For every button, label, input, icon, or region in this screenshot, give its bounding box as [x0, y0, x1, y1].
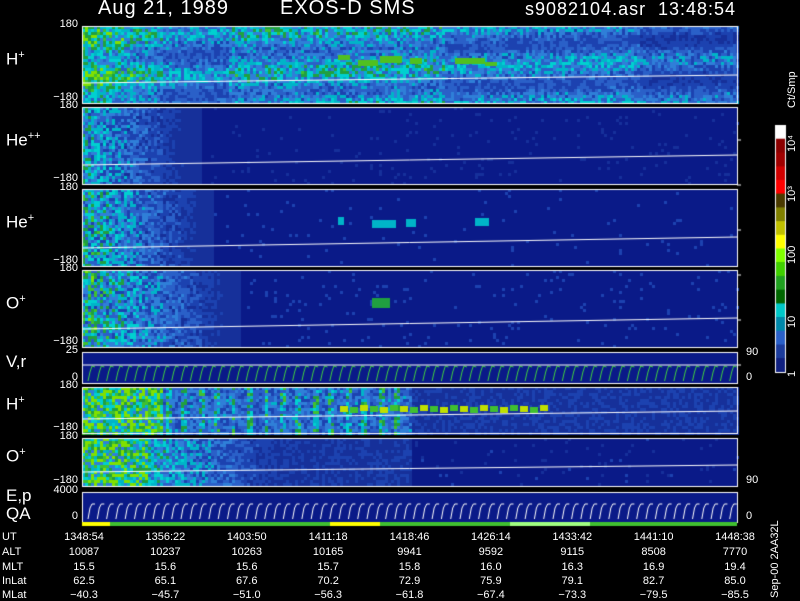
cell-inlat: 65.1: [154, 575, 177, 587]
cell-mlat: −79.5: [639, 589, 668, 601]
cell-ut: 1418:46: [389, 531, 430, 543]
colorbar-tick: 10: [786, 315, 798, 328]
cell-mlt: 15.8: [398, 561, 421, 573]
cell-ut: 1348:54: [64, 531, 104, 543]
cell-ut: 1411:18: [308, 531, 348, 543]
cell-mlt: 16.9: [642, 561, 665, 573]
cell-ut: 1441:10: [633, 531, 674, 543]
cell-alt: 10165: [312, 546, 344, 558]
cell-ut: 1448:38: [715, 531, 755, 543]
y-tick-top: 180: [59, 430, 78, 442]
right-tick-bottom: 0: [746, 510, 753, 522]
right-tick-top: 90: [746, 346, 759, 358]
cell-alt: 9115: [560, 546, 585, 558]
y-tick-top: 180: [59, 18, 78, 30]
row-label-mlat: MLat: [2, 589, 27, 601]
cell-alt: 10237: [150, 546, 181, 558]
cell-mlt: 15.7: [317, 561, 339, 573]
panel-label-he-plus: He+: [6, 211, 35, 232]
cell-mlat: −45.7: [151, 589, 180, 601]
cell-mlat: −56.3: [314, 589, 343, 601]
plot-file: s9082104.asr: [525, 0, 647, 19]
cell-mlt: 15.6: [154, 561, 177, 573]
cell-alt: 10087: [68, 546, 100, 558]
cell-alt: 8508: [641, 546, 666, 558]
y-tick-top: 4000: [53, 484, 78, 496]
panel-label-h-plus-2: H+: [6, 394, 25, 414]
right-tick-bottom: 0: [746, 371, 753, 383]
plot-instrument: EXOS-D SMS: [280, 0, 416, 19]
right-tick-bottom: 90: [746, 474, 759, 486]
colorbar-tick: 10⁴: [786, 135, 798, 152]
panel-label-o-plus: O+: [6, 292, 26, 313]
spectrogram-canvas: [0, 0, 800, 600]
cell-mlt: 19.4: [724, 561, 746, 573]
cell-alt: 9941: [397, 546, 422, 558]
cell-mlat: −51.0: [232, 589, 261, 601]
y-tick-bottom: 0: [71, 510, 78, 522]
cell-inlat: 62.5: [73, 575, 95, 587]
y-tick-top: 25: [65, 344, 78, 356]
y-tick-top: 180: [59, 99, 78, 111]
panel-label-o-plus-2: O+: [6, 446, 26, 466]
row-label-mlt: MLT: [2, 561, 24, 573]
side-note: Sep-00 2AA32L: [769, 520, 781, 598]
cell-alt: 7770: [722, 546, 748, 558]
y-tick-top: 180: [59, 379, 78, 391]
cell-ut: 1426:14: [470, 531, 511, 543]
panel-label-h-plus: H+: [6, 48, 25, 69]
colorbar-tick: 100: [786, 245, 798, 264]
cell-mlt: 16.3: [561, 561, 583, 573]
colorbar-unit: Ct/Smp: [786, 71, 798, 108]
row-label-ut: UT: [2, 531, 17, 543]
plot-time: 13:48:54: [658, 0, 737, 19]
cell-mlat: −61.8: [395, 589, 424, 601]
cell-inlat: 85.0: [724, 575, 746, 587]
cell-mlat: −85.5: [721, 589, 749, 601]
cell-inlat: 82.7: [642, 575, 665, 587]
y-tick-top: 180: [59, 181, 78, 193]
cell-inlat: 67.6: [236, 575, 258, 587]
cell-inlat: 72.9: [398, 575, 421, 587]
cell-ut: 1403:50: [226, 531, 267, 543]
cell-inlat: 70.2: [317, 575, 339, 587]
cell-ut: 1433:42: [552, 531, 593, 543]
cell-mlt: 15.6: [236, 561, 258, 573]
y-tick-top: 180: [59, 262, 78, 274]
plot-date: Aug 21, 1989: [98, 0, 229, 19]
colorbar-tick: 10³: [786, 186, 798, 202]
cell-mlat: −73.3: [558, 589, 587, 601]
cell-mlt: 16.0: [480, 561, 502, 573]
cell-mlat: −67.4: [476, 589, 505, 601]
cell-mlat: −40.3: [70, 589, 98, 601]
cell-inlat: 79.1: [561, 575, 583, 587]
cell-ut: 1356:22: [145, 531, 186, 543]
row-label-alt: ALT: [2, 546, 22, 558]
cell-alt: 10263: [231, 546, 263, 558]
cell-mlt: 15.5: [73, 561, 95, 573]
row-label-inlat: InLat: [2, 575, 27, 587]
panel-label-he-plusplus: He++: [6, 129, 41, 150]
cell-inlat: 75.9: [480, 575, 502, 587]
colorbar-tick: 1: [786, 370, 798, 377]
cell-alt: 9592: [478, 546, 504, 558]
